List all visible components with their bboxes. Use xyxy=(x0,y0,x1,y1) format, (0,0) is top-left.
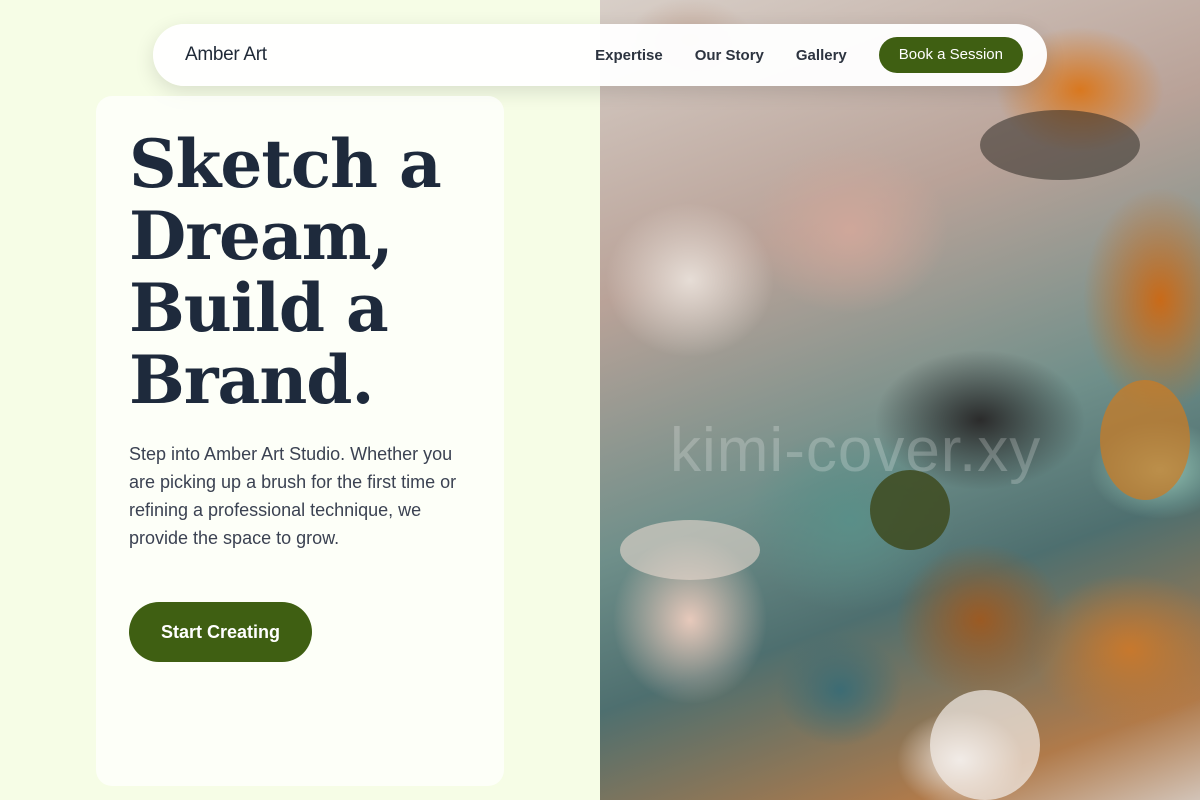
paint-blob xyxy=(1100,380,1190,500)
paint-blob xyxy=(620,520,760,580)
hero-title-line: Brand. xyxy=(129,341,374,419)
paint-blob xyxy=(980,110,1140,180)
paint-blob xyxy=(930,690,1040,800)
start-creating-button[interactable]: Start Creating xyxy=(129,602,313,662)
hero-title-line: Build a xyxy=(129,269,389,347)
hero-card: Sketch a Dream, Build a Brand. Step into… xyxy=(96,96,504,786)
top-navbar: Amber Art Expertise Our Story Gallery Bo… xyxy=(153,24,1047,86)
page: kimi-cover.xy Amber Art Expertise Our St… xyxy=(0,0,1200,800)
hero-title: Sketch a Dream, Build a Brand. xyxy=(129,128,471,416)
brand-logo[interactable]: Amber Art xyxy=(185,44,267,66)
hero-description: Step into Amber Art Studio. Whether you … xyxy=(129,444,457,548)
watermark-text: kimi-cover.xy xyxy=(670,416,1042,485)
abstract-painting-image: kimi-cover.xy xyxy=(600,0,1200,800)
nav-link-our-story[interactable]: Our Story xyxy=(695,47,764,64)
nav-link-expertise[interactable]: Expertise xyxy=(595,47,663,64)
hero-title-line: Sketch a xyxy=(129,125,442,203)
book-session-button[interactable]: Book a Session xyxy=(878,37,1023,73)
nav-link-gallery[interactable]: Gallery xyxy=(796,47,847,64)
nav-links: Expertise Our Story Gallery Book a Sessi… xyxy=(595,37,1023,73)
hero-title-line: Dream, xyxy=(129,197,394,275)
